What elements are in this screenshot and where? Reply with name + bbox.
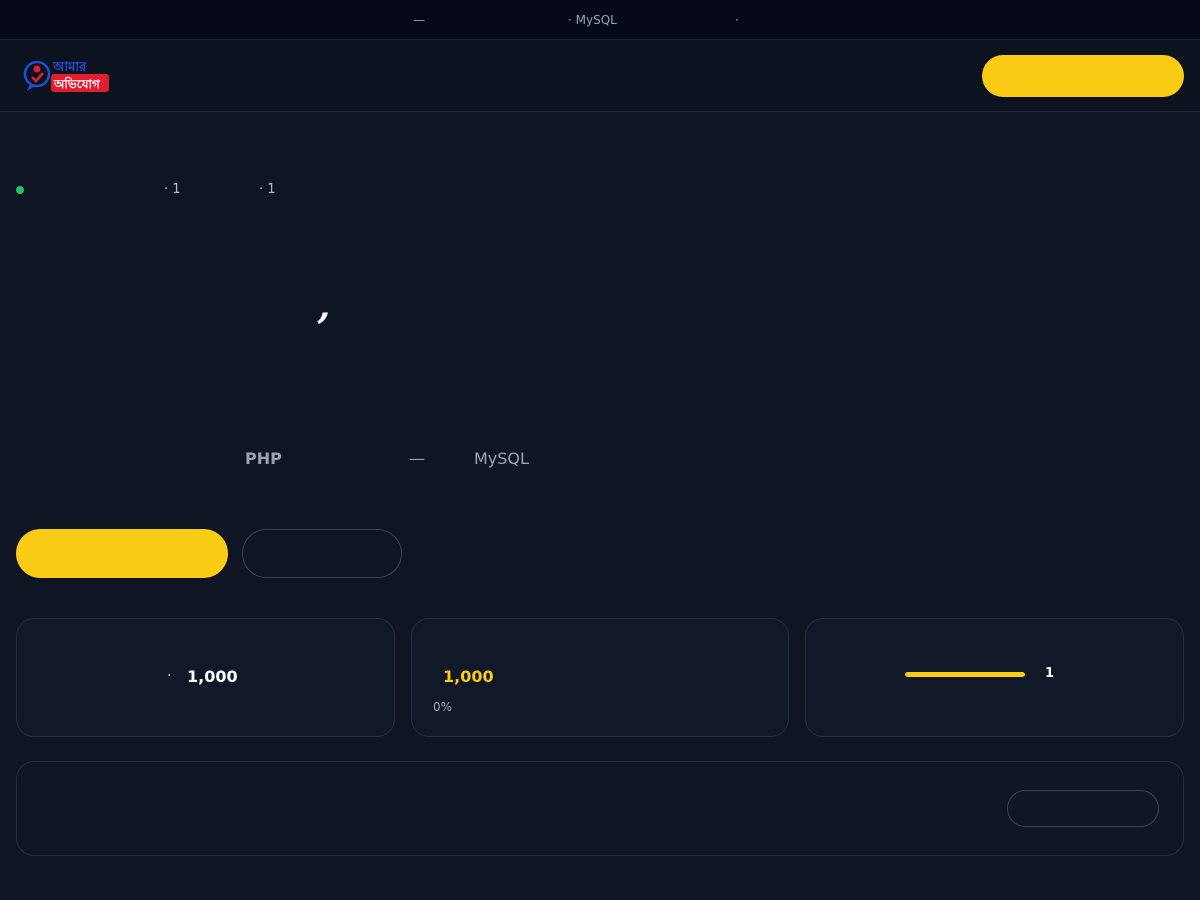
logo-mark-icon: আমার অভিযোগ — [23, 60, 109, 92]
status-online-dot — [16, 186, 24, 194]
tech-php: PHP — [245, 449, 282, 468]
stat-card-3-progress-track — [905, 672, 1025, 677]
top-notice-bar: — · MySQL · — [0, 0, 1200, 40]
hero-meta-2: · 1 — [259, 182, 276, 197]
hero-meta-1: · 1 — [164, 182, 181, 197]
logo-text-top: আমার — [52, 60, 87, 75]
topbar-mysql-text: · MySQL — [568, 13, 617, 27]
topbar-dot: · — [735, 13, 739, 27]
site-header: আমার অভিযোগ — [0, 40, 1200, 112]
logo-text-bottom: অভিযোগ — [53, 76, 101, 91]
stat-card-1-value: 1,000 — [187, 667, 238, 686]
stat-card-1: · 1,000 — [16, 618, 395, 737]
stat-card-3: 1 — [805, 618, 1184, 737]
stat-card-2: 1,000 0% — [411, 618, 789, 737]
header-cta-button[interactable] — [982, 55, 1184, 97]
hero-primary-button[interactable] — [16, 529, 228, 578]
tech-mysql: MySQL — [474, 449, 529, 468]
tech-dash: — — [409, 449, 425, 468]
stat-card-2-percent: 0% — [433, 700, 453, 714]
panel-action-button[interactable] — [1007, 790, 1159, 827]
hero-secondary-button[interactable] — [242, 529, 402, 578]
stat-card-2-value: 1,000 — [443, 667, 494, 686]
stat-card-3-value: 1 — [1045, 666, 1055, 681]
stat-card-1-dot: · — [167, 668, 172, 684]
hero-title-apostrophe: ’ — [316, 305, 330, 352]
stat-card-3-progress-fill — [905, 672, 1025, 677]
topbar-dash: — — [413, 13, 425, 27]
site-logo[interactable]: আমার অভিযোগ — [22, 56, 112, 96]
bottom-panel — [16, 761, 1184, 856]
